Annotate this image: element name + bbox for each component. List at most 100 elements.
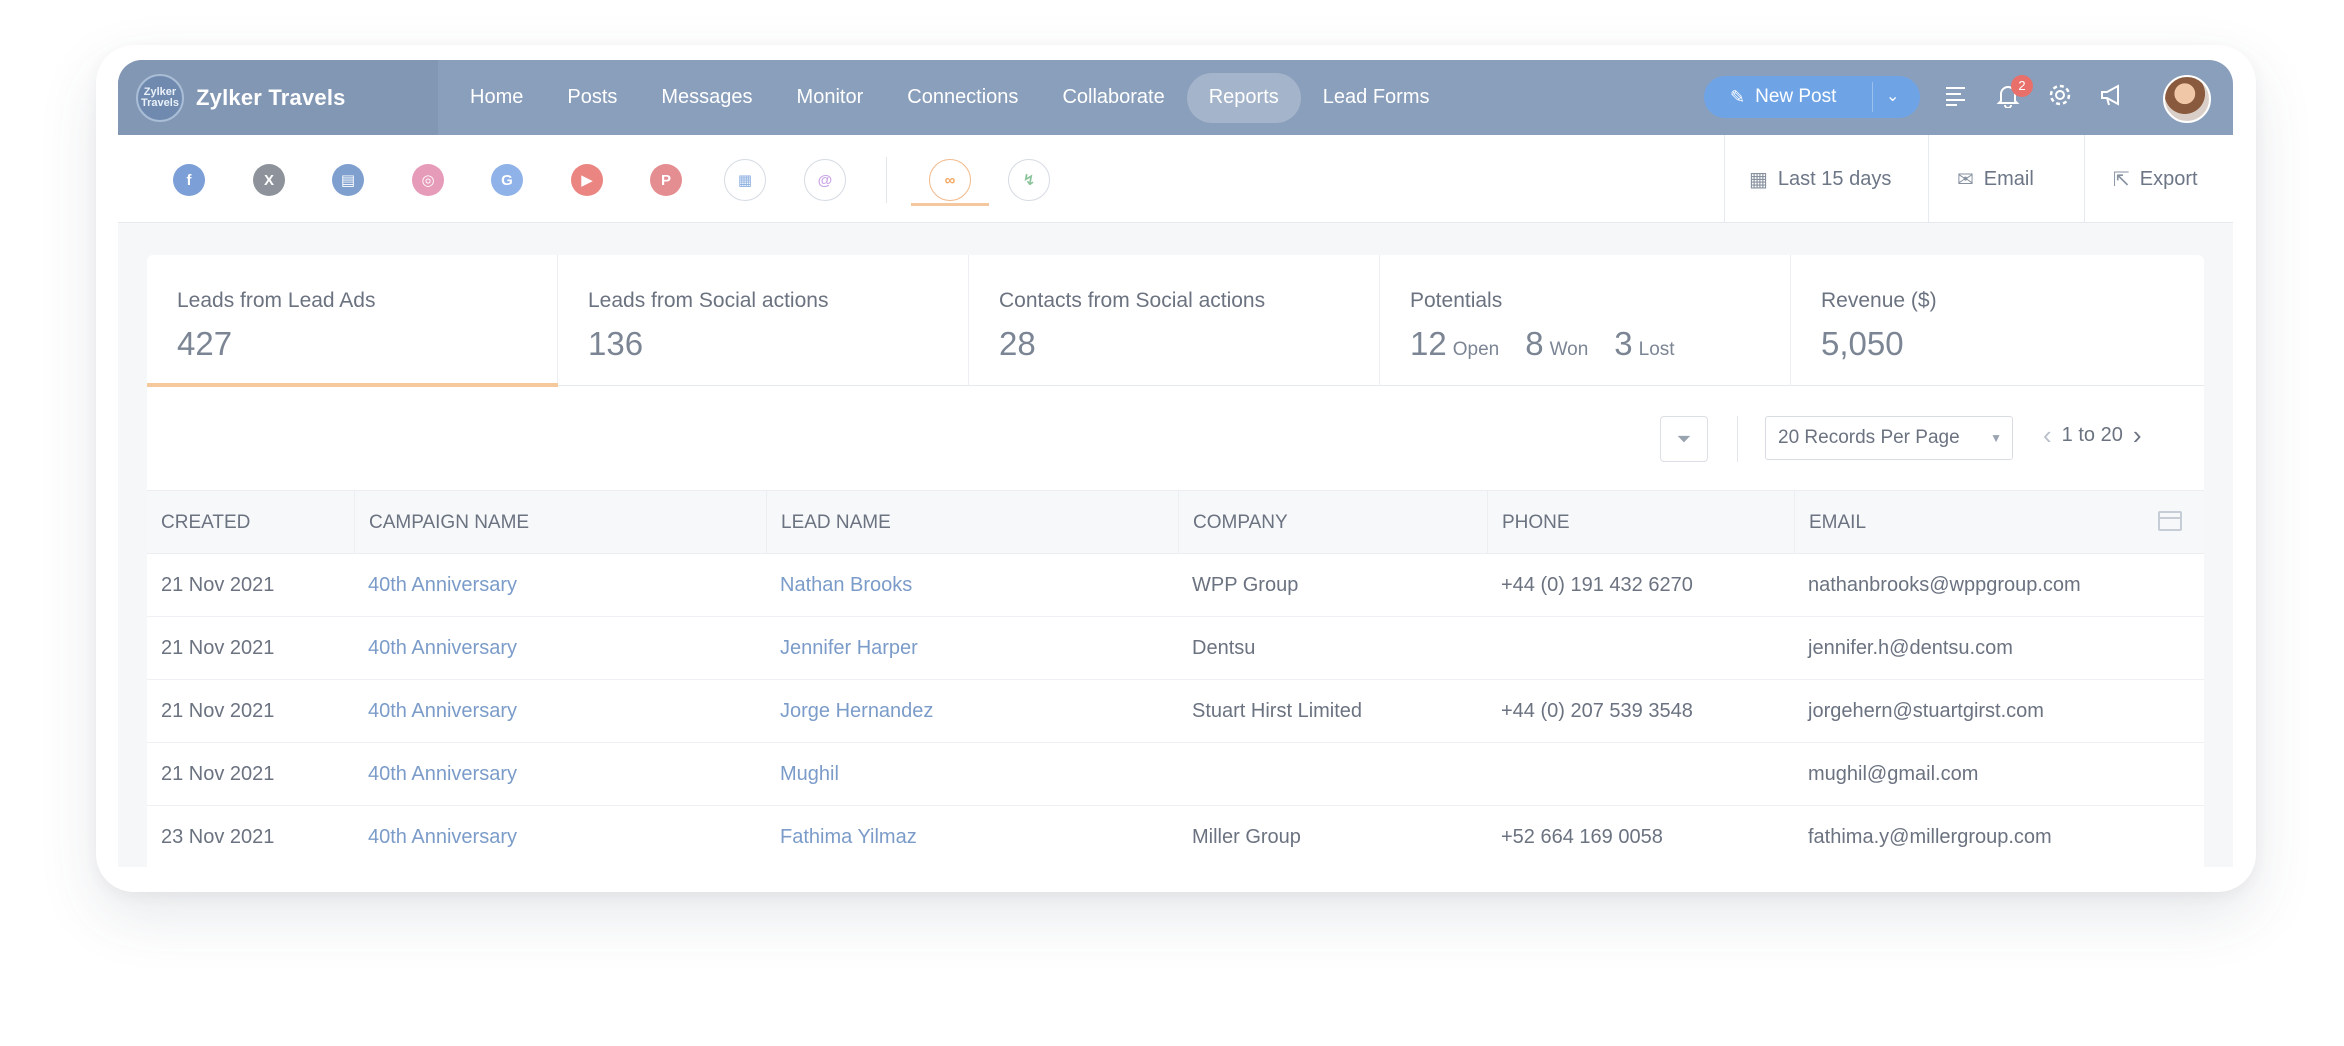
cell-phone: +52 664 169 0058 xyxy=(1501,826,1663,848)
stat-label: Revenue ($) xyxy=(1821,289,1937,312)
cell-created: 21 Nov 2021 xyxy=(161,700,275,722)
stat-value: 12 Open 8 Won 3 Lost xyxy=(1410,325,1790,363)
gear-icon[interactable] xyxy=(2044,82,2076,114)
brand[interactable]: Zylker Travels Zylker Travels xyxy=(118,60,438,135)
cell-campaign-link[interactable]: 40th Anniversary xyxy=(354,680,517,743)
stat-social-contacts[interactable]: Contacts from Social actions 28 xyxy=(969,255,1380,386)
header-campaign-name[interactable]: CAMPAIGN NAME xyxy=(354,491,766,555)
nav-connections[interactable]: Connections xyxy=(885,73,1040,123)
stat-social-leads[interactable]: Leads from Social actions 136 xyxy=(558,255,969,386)
stat-potentials[interactable]: Potentials 12 Open 8 Won 3 Lost xyxy=(1380,255,1791,386)
page-range: 1 to 20 xyxy=(2061,424,2123,446)
cell-campaign-link[interactable]: 40th Anniversary xyxy=(354,806,517,867)
records-per-page-select[interactable]: 20 Records Per Page ▼ xyxy=(1765,416,2013,460)
stat-revenue[interactable]: Revenue ($) 5,050 xyxy=(1791,255,2202,386)
cell-created: 23 Nov 2021 xyxy=(161,826,275,848)
nav-messages[interactable]: Messages xyxy=(639,73,774,123)
calendar-icon: ▦ xyxy=(1749,168,1768,191)
youtube-icon[interactable]: ▶ xyxy=(571,164,603,196)
prev-page-icon[interactable]: ‹ xyxy=(2033,420,2062,451)
menu-icon[interactable] xyxy=(1940,82,1972,114)
table-row[interactable]: 23 Nov 2021 40th Anniversary Fathima Yil… xyxy=(147,806,2204,867)
cell-created: 21 Nov 2021 xyxy=(161,574,275,596)
pencil-icon: ✎ xyxy=(1730,86,1746,107)
pinterest-icon[interactable]: P xyxy=(650,164,682,196)
user-avatar[interactable] xyxy=(2163,75,2211,123)
nav-home[interactable]: Home xyxy=(448,73,545,123)
stat-label: Contacts from Social actions xyxy=(999,289,1266,312)
stats-row: Leads from Lead Ads 427 Leads from Socia… xyxy=(147,255,2204,387)
x-icon[interactable]: X xyxy=(253,164,285,196)
nav-items: Home Posts Messages Monitor Connections … xyxy=(448,60,1451,135)
cell-lead-link[interactable]: Jorge Hernandez xyxy=(766,680,933,743)
brand-logo: Zylker Travels xyxy=(136,73,184,122)
facebook-icon[interactable]: f xyxy=(173,164,205,196)
next-page-icon[interactable]: › xyxy=(2123,420,2152,451)
nav-lead-forms[interactable]: Lead Forms xyxy=(1301,73,1452,123)
filter-button[interactable]: ⏷ xyxy=(1660,416,1708,462)
nav-collaborate[interactable]: Collaborate xyxy=(1040,73,1186,123)
cell-campaign-link[interactable]: 40th Anniversary xyxy=(354,743,517,806)
stat-label: Leads from Lead Ads xyxy=(177,289,376,312)
header-lead-name[interactable]: LEAD NAME xyxy=(766,491,1178,555)
cell-company: Stuart Hirst Limited xyxy=(1192,700,1363,722)
table-tools: ⏷ 20 Records Per Page ▼ ‹ 1 to 20 › xyxy=(147,386,2204,490)
potentials-lost-label: Lost xyxy=(1638,339,1675,360)
brand-name: Zylker Travels xyxy=(196,84,346,110)
cell-campaign-link[interactable]: 40th Anniversary xyxy=(354,617,517,680)
nav-monitor[interactable]: Monitor xyxy=(775,73,886,123)
cell-lead-link[interactable]: Mughil xyxy=(766,743,839,806)
cell-campaign-link[interactable]: 40th Anniversary xyxy=(354,554,517,617)
header-created[interactable]: CREATED xyxy=(147,491,354,555)
megaphone-icon[interactable] xyxy=(2096,82,2128,114)
stat-lead-ads[interactable]: Leads from Lead Ads 427 xyxy=(147,255,558,387)
stat-value: 136 xyxy=(588,325,644,362)
zoho-crm-icon[interactable]: ↯ xyxy=(1008,159,1050,201)
email-button[interactable]: ✉ Email xyxy=(1928,135,2084,223)
export-label: Export xyxy=(2139,167,2198,190)
table-row[interactable]: 21 Nov 2021 40th Anniversary Jorge Herna… xyxy=(147,680,2204,743)
filter-icon: ⏷ xyxy=(1676,428,1692,449)
table-row[interactable]: 21 Nov 2021 40th Anniversary Jennifer Ha… xyxy=(147,617,2204,680)
nav-reports[interactable]: Reports xyxy=(1186,72,1301,123)
export-icon: ⇱ xyxy=(2113,168,2130,191)
column-settings-icon[interactable] xyxy=(2158,511,2182,531)
potentials-open-label: Open xyxy=(1452,339,1500,360)
instagram-icon[interactable]: ◎ xyxy=(412,164,444,196)
export-button[interactable]: ⇱ Export xyxy=(2084,135,2233,223)
potentials-open-value: 12 xyxy=(1410,325,1447,362)
google-icon[interactable]: G xyxy=(491,164,523,196)
stat-label: Leads from Social actions xyxy=(588,289,829,312)
new-post-button[interactable]: ✎ New Post ⌄ xyxy=(1704,76,1920,118)
cell-phone: +44 (0) 207 539 3548 xyxy=(1501,700,1693,722)
date-range-button[interactable]: ▦ Last 15 days xyxy=(1724,135,1928,223)
stat-value: 28 xyxy=(999,325,1036,362)
cell-lead-link[interactable]: Jennifer Harper xyxy=(766,617,918,680)
header-company[interactable]: COMPANY xyxy=(1178,491,1487,555)
stat-value: 5,050 xyxy=(1821,325,1904,362)
report-card: Leads from Lead Ads 427 Leads from Socia… xyxy=(147,255,2204,867)
new-post-label: New Post xyxy=(1755,86,1837,107)
table-row[interactable]: 21 Nov 2021 40th Anniversary Mughil mugh… xyxy=(147,743,2204,806)
email-label: Email xyxy=(1983,167,2034,190)
pagination: ‹ 1 to 20 › xyxy=(2033,420,2152,451)
records-per-page-value: 20 Records Per Page xyxy=(1778,427,1960,448)
cell-lead-link[interactable]: Fathima Yilmaz xyxy=(766,806,917,867)
table-row[interactable]: 21 Nov 2021 40th Anniversary Nathan Broo… xyxy=(147,554,2204,617)
cell-company: Miller Group xyxy=(1192,826,1301,848)
potentials-won-value: 8 xyxy=(1525,325,1544,362)
stat-label: Potentials xyxy=(1410,289,1503,312)
header-email[interactable]: EMAIL xyxy=(1794,491,2204,555)
header-phone[interactable]: PHONE xyxy=(1487,491,1794,555)
cell-phone xyxy=(1487,743,1501,806)
linkedin-page-icon[interactable]: ▤ xyxy=(332,164,364,196)
mail-icon: ✉ xyxy=(1957,168,1974,191)
chevron-down-icon[interactable]: ⌄ xyxy=(1886,86,1899,106)
new-post-divider xyxy=(1872,82,1873,112)
cell-lead-link[interactable]: Nathan Brooks xyxy=(766,554,912,617)
crm-integration-icon[interactable]: ∞ xyxy=(929,159,971,201)
dropdown-caret-icon: ▼ xyxy=(1990,431,2002,445)
google-business-icon[interactable]: ▦ xyxy=(724,159,766,201)
threads-icon[interactable]: @ xyxy=(804,159,846,201)
nav-posts[interactable]: Posts xyxy=(545,73,639,123)
